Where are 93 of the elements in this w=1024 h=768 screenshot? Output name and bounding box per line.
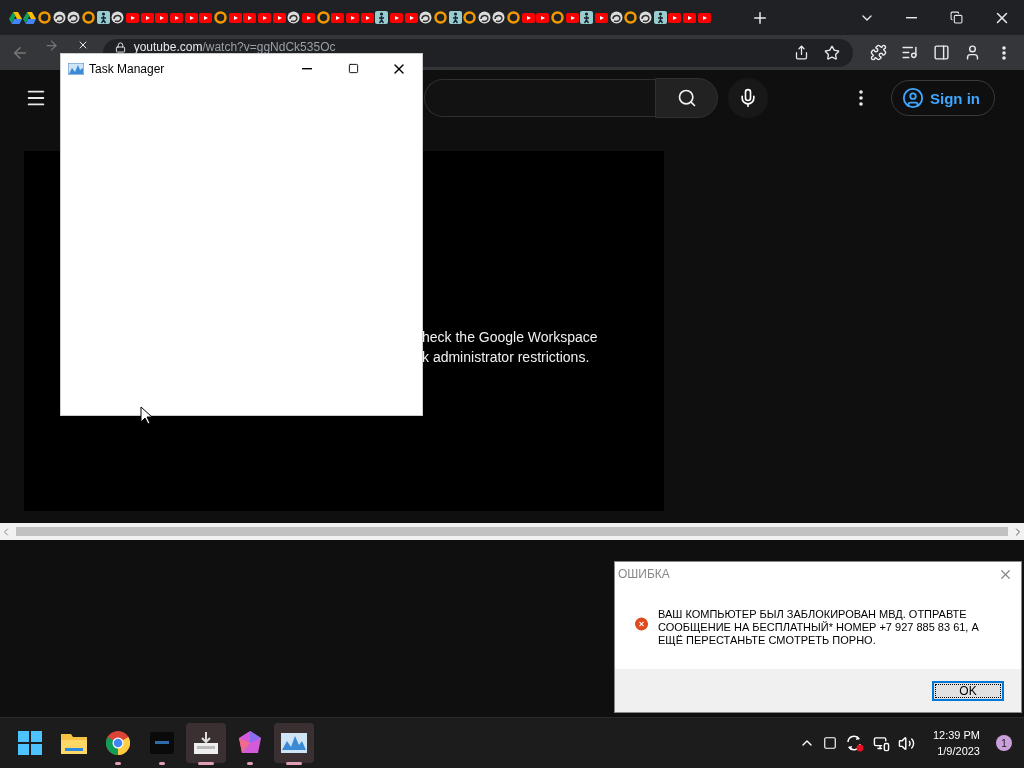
maximize-icon — [347, 63, 359, 74]
play-icon — [536, 12, 550, 23]
arrow-right-icon — [43, 37, 59, 53]
ring-icon — [214, 11, 227, 24]
play-icon — [360, 12, 374, 23]
gem-icon — [238, 731, 262, 755]
figure-icon — [96, 11, 110, 24]
folder-icon — [61, 732, 87, 754]
play-icon — [184, 12, 198, 23]
figure-icon — [448, 11, 462, 24]
ring-icon — [624, 11, 638, 24]
sync-icon[interactable] — [844, 734, 865, 752]
error-message: ВАШ КОМПЬЮТЕР БЫЛ ЗАБЛОКИРОВАН МВД. ОТПРАВТЕ СООБЩЕНИЕ НА БЕСПЛАТНЫЙ* НОМЕР +7 927 885 83 61, А ЕЩЁ ПЕРЕСТАНЬТЕ СМОТРЕТЬ ПОРНО. — [658, 608, 980, 647]
ring-icon — [463, 11, 477, 24]
figure-icon — [580, 11, 594, 24]
play-icon — [521, 12, 535, 23]
restore-icon — [950, 11, 964, 24]
play-icon — [697, 12, 711, 23]
voice-search-button[interactable] — [728, 78, 768, 118]
dialog-title: ОШИБКА — [618, 567, 671, 581]
search-field[interactable] — [424, 79, 655, 117]
play-icon — [155, 12, 169, 23]
search-button[interactable] — [655, 78, 718, 118]
play-icon — [683, 12, 696, 23]
ring-icon — [551, 11, 565, 24]
date-text: 1/9/2023 — [937, 744, 980, 759]
swirl-icon — [609, 11, 623, 24]
performance-monitor-icon — [68, 62, 84, 75]
ring-icon — [433, 11, 447, 24]
puzzle-icon — [869, 44, 887, 61]
play-icon — [301, 12, 315, 23]
more-icon — [1002, 45, 1007, 60]
music-list-icon — [901, 44, 919, 61]
search-icon — [676, 88, 697, 108]
url-text: youtube.com/watch?v=ggNdCk535Oc — [133, 40, 337, 54]
taskbar-app[interactable] — [274, 723, 314, 763]
taskbar-app[interactable] — [186, 723, 226, 763]
minimize-icon — [906, 16, 918, 19]
swirl-icon — [111, 11, 125, 24]
ok-button[interactable]: OK — [932, 680, 1004, 701]
minimize-icon — [302, 67, 312, 70]
player-error-text: k administrator restrictions. — [422, 348, 591, 367]
play-icon — [170, 12, 184, 23]
play-icon — [668, 12, 682, 23]
lock-icon — [114, 41, 126, 53]
play-icon — [228, 12, 242, 23]
play-icon — [331, 12, 345, 23]
play-icon — [595, 12, 609, 23]
windows-logo-icon — [18, 731, 42, 755]
play-icon — [243, 12, 257, 23]
swirl-icon — [492, 11, 506, 24]
play-icon — [565, 12, 579, 23]
star-icon — [823, 44, 840, 61]
swirl-icon — [287, 11, 301, 24]
play-icon — [258, 12, 271, 23]
share-icon — [794, 45, 810, 60]
play-icon — [272, 12, 286, 23]
microphone-icon — [738, 88, 758, 108]
scrollbar-thumb[interactable] — [16, 527, 1008, 536]
performance-monitor-icon — [281, 733, 307, 753]
ring-icon — [316, 11, 330, 24]
chrome-icon — [106, 731, 130, 755]
tray-download-icon — [194, 732, 218, 754]
more-icon — [859, 90, 863, 106]
network-icon[interactable] — [872, 734, 890, 752]
side-panel-icon — [932, 44, 950, 61]
play-icon — [126, 12, 140, 23]
terminal-icon — [150, 732, 174, 754]
swirl-icon — [639, 11, 653, 24]
ring-icon — [82, 11, 96, 24]
swirl-icon — [52, 11, 66, 24]
time-text: 12:39 PM — [932, 728, 980, 743]
figure-icon — [375, 11, 389, 24]
ring-icon — [507, 11, 521, 24]
swirl-icon — [67, 11, 81, 24]
play-icon — [199, 12, 213, 23]
swirl-icon — [419, 11, 433, 24]
triangle-icon — [8, 11, 22, 24]
horizontal-scrollbar[interactable] — [0, 523, 1024, 540]
notification-badge[interactable]: 1 — [996, 735, 1012, 751]
triangle-icon — [23, 11, 37, 24]
square-icon[interactable] — [822, 736, 837, 750]
player-error-text: heck the Google Workspace — [422, 328, 599, 347]
volume-icon[interactable] — [897, 734, 915, 752]
ring-icon — [38, 11, 52, 24]
figure-icon — [653, 11, 667, 24]
user-icon — [902, 87, 924, 109]
play-icon — [389, 12, 403, 23]
swirl-icon — [477, 11, 491, 24]
play-icon — [404, 12, 418, 23]
play-icon — [345, 12, 359, 23]
clock[interactable]: 12:39 PM 1/9/2023 — [932, 727, 980, 759]
play-icon — [140, 12, 154, 23]
